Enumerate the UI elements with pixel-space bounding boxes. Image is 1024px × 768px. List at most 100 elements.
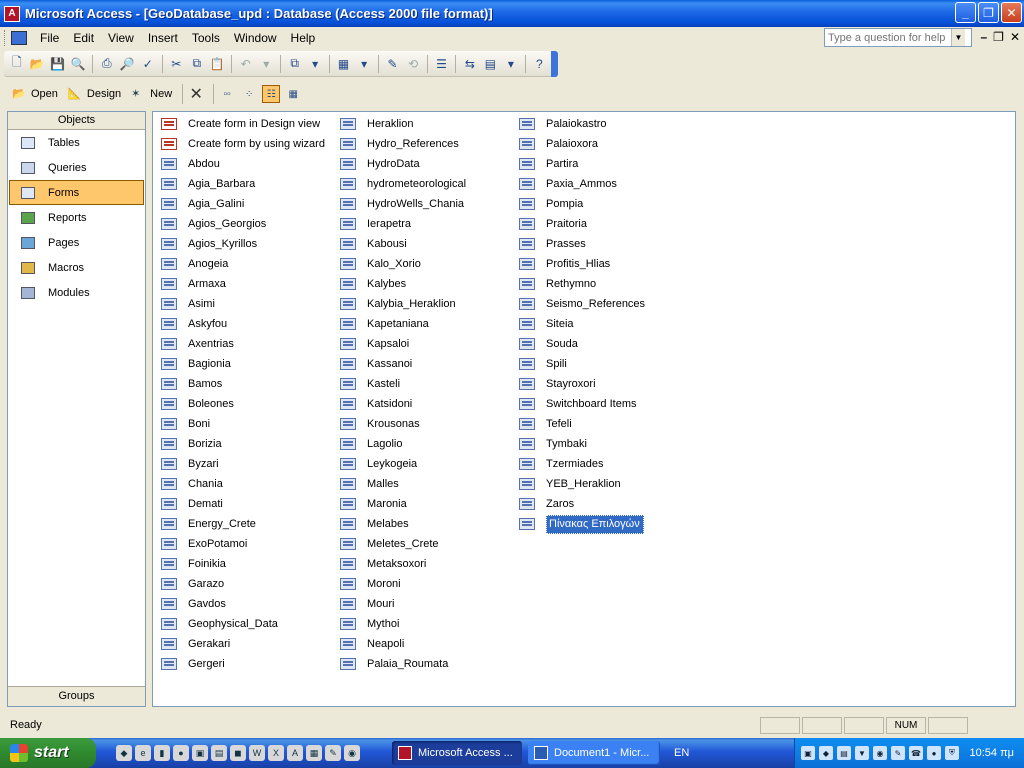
- new-object-icon[interactable]: ▤: [482, 54, 500, 74]
- form-list-item[interactable]: Krousonas: [340, 414, 466, 434]
- form-list-item[interactable]: Praitoria: [519, 214, 645, 234]
- undo-dropdown-icon[interactable]: ▾: [257, 54, 275, 74]
- form-list-item[interactable]: Tzermiades: [519, 454, 645, 474]
- form-list-item[interactable]: Anogeia: [161, 254, 325, 274]
- form-list-item[interactable]: Heraklion: [340, 114, 466, 134]
- properties-icon[interactable]: ☰: [433, 54, 451, 74]
- form-list-item[interactable]: Gerakari: [161, 634, 325, 654]
- menu-edit[interactable]: Edit: [66, 29, 101, 47]
- form-list-item[interactable]: Energy_Crete: [161, 514, 325, 534]
- save-icon[interactable]: 💾: [49, 54, 67, 74]
- form-list-item[interactable]: HydroWells_Chania: [340, 194, 466, 214]
- object-reports[interactable]: Reports: [9, 205, 144, 230]
- menu-file[interactable]: File: [33, 29, 66, 47]
- help-dropdown-arrow-icon[interactable]: ▼: [951, 29, 965, 46]
- language-indicator[interactable]: EN: [674, 747, 689, 759]
- form-list-item[interactable]: Borizia: [161, 434, 325, 454]
- taskbar-task-word[interactable]: Document1 - Micr...: [528, 741, 660, 765]
- tray-icon[interactable]: ◉: [873, 746, 887, 760]
- form-list-item[interactable]: Rethymno: [519, 274, 645, 294]
- access-icon[interactable]: A: [287, 745, 303, 761]
- object-queries[interactable]: Queries: [9, 155, 144, 180]
- object-macros[interactable]: Macros: [9, 255, 144, 280]
- form-list-item[interactable]: Foinikia: [161, 554, 325, 574]
- new-button[interactable]: ✶ New: [127, 85, 176, 103]
- form-list-item[interactable]: Garazo: [161, 574, 325, 594]
- undo-icon[interactable]: ↶: [237, 54, 255, 74]
- form-list-item[interactable]: Paxia_Ammos: [519, 174, 645, 194]
- form-list-item[interactable]: Moroni: [340, 574, 466, 594]
- form-list-item[interactable]: Geophysical_Data: [161, 614, 325, 634]
- new-file-icon[interactable]: 🗋: [8, 54, 26, 74]
- menu-insert[interactable]: Insert: [141, 29, 185, 47]
- mdi-restore-button[interactable]: ❐: [993, 30, 1004, 44]
- script-editor-icon[interactable]: ⟲: [404, 54, 422, 74]
- form-list-item[interactable]: Palaioxora: [519, 134, 645, 154]
- quicklaunch-app-icon[interactable]: ▮: [154, 745, 170, 761]
- internet-explorer-icon[interactable]: e: [135, 745, 151, 761]
- form-list-item[interactable]: Malles: [340, 474, 466, 494]
- form-list-item[interactable]: Boleones: [161, 394, 325, 414]
- open-folder-icon[interactable]: 📂: [29, 54, 47, 74]
- tray-icon[interactable]: ✎: [891, 746, 905, 760]
- form-list-item[interactable]: Create form by using wizard: [161, 134, 325, 154]
- toolbar-grip[interactable]: [4, 30, 7, 46]
- form-list-item[interactable]: Tefeli: [519, 414, 645, 434]
- form-list-item[interactable]: Zaros: [519, 494, 645, 514]
- form-list-item[interactable]: HydroData: [340, 154, 466, 174]
- start-button[interactable]: start: [0, 738, 96, 768]
- form-list-item[interactable]: Agios_Kyrillos: [161, 234, 325, 254]
- small-icons-view-icon[interactable]: ⁘: [240, 85, 258, 103]
- form-list-item[interactable]: YEB_Heraklion: [519, 474, 645, 494]
- minimize-button[interactable]: _: [955, 2, 976, 23]
- form-list-item[interactable]: hydrometeorological: [340, 174, 466, 194]
- form-list-item[interactable]: Katsidoni: [340, 394, 466, 414]
- form-list-item[interactable]: Switchboard Items: [519, 394, 645, 414]
- form-list-item[interactable]: Agia_Barbara: [161, 174, 325, 194]
- form-list-item[interactable]: Hydro_References: [340, 134, 466, 154]
- form-list-item[interactable]: Siteia: [519, 314, 645, 334]
- form-list-item[interactable]: Agios_Georgios: [161, 214, 325, 234]
- tray-icon[interactable]: ⛨: [945, 746, 959, 760]
- form-list-item[interactable]: Melabes: [340, 514, 466, 534]
- toolbar-options-icon[interactable]: [551, 50, 559, 77]
- print-icon[interactable]: ⎙: [98, 54, 116, 74]
- office-links-icon[interactable]: ⧉: [286, 54, 304, 74]
- help-question-input[interactable]: [825, 31, 951, 44]
- form-list-item[interactable]: Pompia: [519, 194, 645, 214]
- form-list-item[interactable]: Tymbaki: [519, 434, 645, 454]
- large-icons-view-icon[interactable]: ▫▫: [218, 85, 236, 103]
- form-list-item[interactable]: Kapetaniana: [340, 314, 466, 334]
- excel-icon[interactable]: X: [268, 745, 284, 761]
- tray-icon[interactable]: ◆: [819, 746, 833, 760]
- form-list-item[interactable]: Boni: [161, 414, 325, 434]
- object-tables[interactable]: Tables: [9, 130, 144, 155]
- form-list-item[interactable]: Maronia: [340, 494, 466, 514]
- code-icon[interactable]: ✎: [384, 54, 402, 74]
- form-list-item[interactable]: Agia_Galini: [161, 194, 325, 214]
- form-list-item[interactable]: Bagionia: [161, 354, 325, 374]
- object-pages[interactable]: Pages: [9, 230, 144, 255]
- menu-help[interactable]: Help: [284, 29, 323, 47]
- form-list-item[interactable]: Chania: [161, 474, 325, 494]
- form-list-item[interactable]: Kasteli: [340, 374, 466, 394]
- form-list-item[interactable]: Lagolio: [340, 434, 466, 454]
- restore-button[interactable]: ❐: [978, 2, 999, 23]
- form-list-item[interactable]: Asimi: [161, 294, 325, 314]
- new-object-dropdown-icon[interactable]: ▾: [502, 54, 520, 74]
- form-list-item[interactable]: Kalybia_Heraklion: [340, 294, 466, 314]
- access-app-icon[interactable]: A: [4, 5, 20, 22]
- list-view-icon[interactable]: ☷: [262, 85, 281, 103]
- tray-icon[interactable]: ▼: [855, 746, 869, 760]
- form-list-item[interactable]: Gavdos: [161, 594, 325, 614]
- object-modules[interactable]: Modules: [9, 280, 144, 305]
- form-list-item[interactable]: Prasses: [519, 234, 645, 254]
- form-list-item[interactable]: Palaiokastro: [519, 114, 645, 134]
- tray-icon[interactable]: ▣: [801, 746, 815, 760]
- spelling-icon[interactable]: ✓: [139, 54, 157, 74]
- form-list-item[interactable]: Mythoi: [340, 614, 466, 634]
- tray-icon[interactable]: ☎: [909, 746, 923, 760]
- paste-icon[interactable]: 📋: [209, 54, 227, 74]
- form-list-item[interactable]: Mouri: [340, 594, 466, 614]
- media-player-icon[interactable]: ●: [173, 745, 189, 761]
